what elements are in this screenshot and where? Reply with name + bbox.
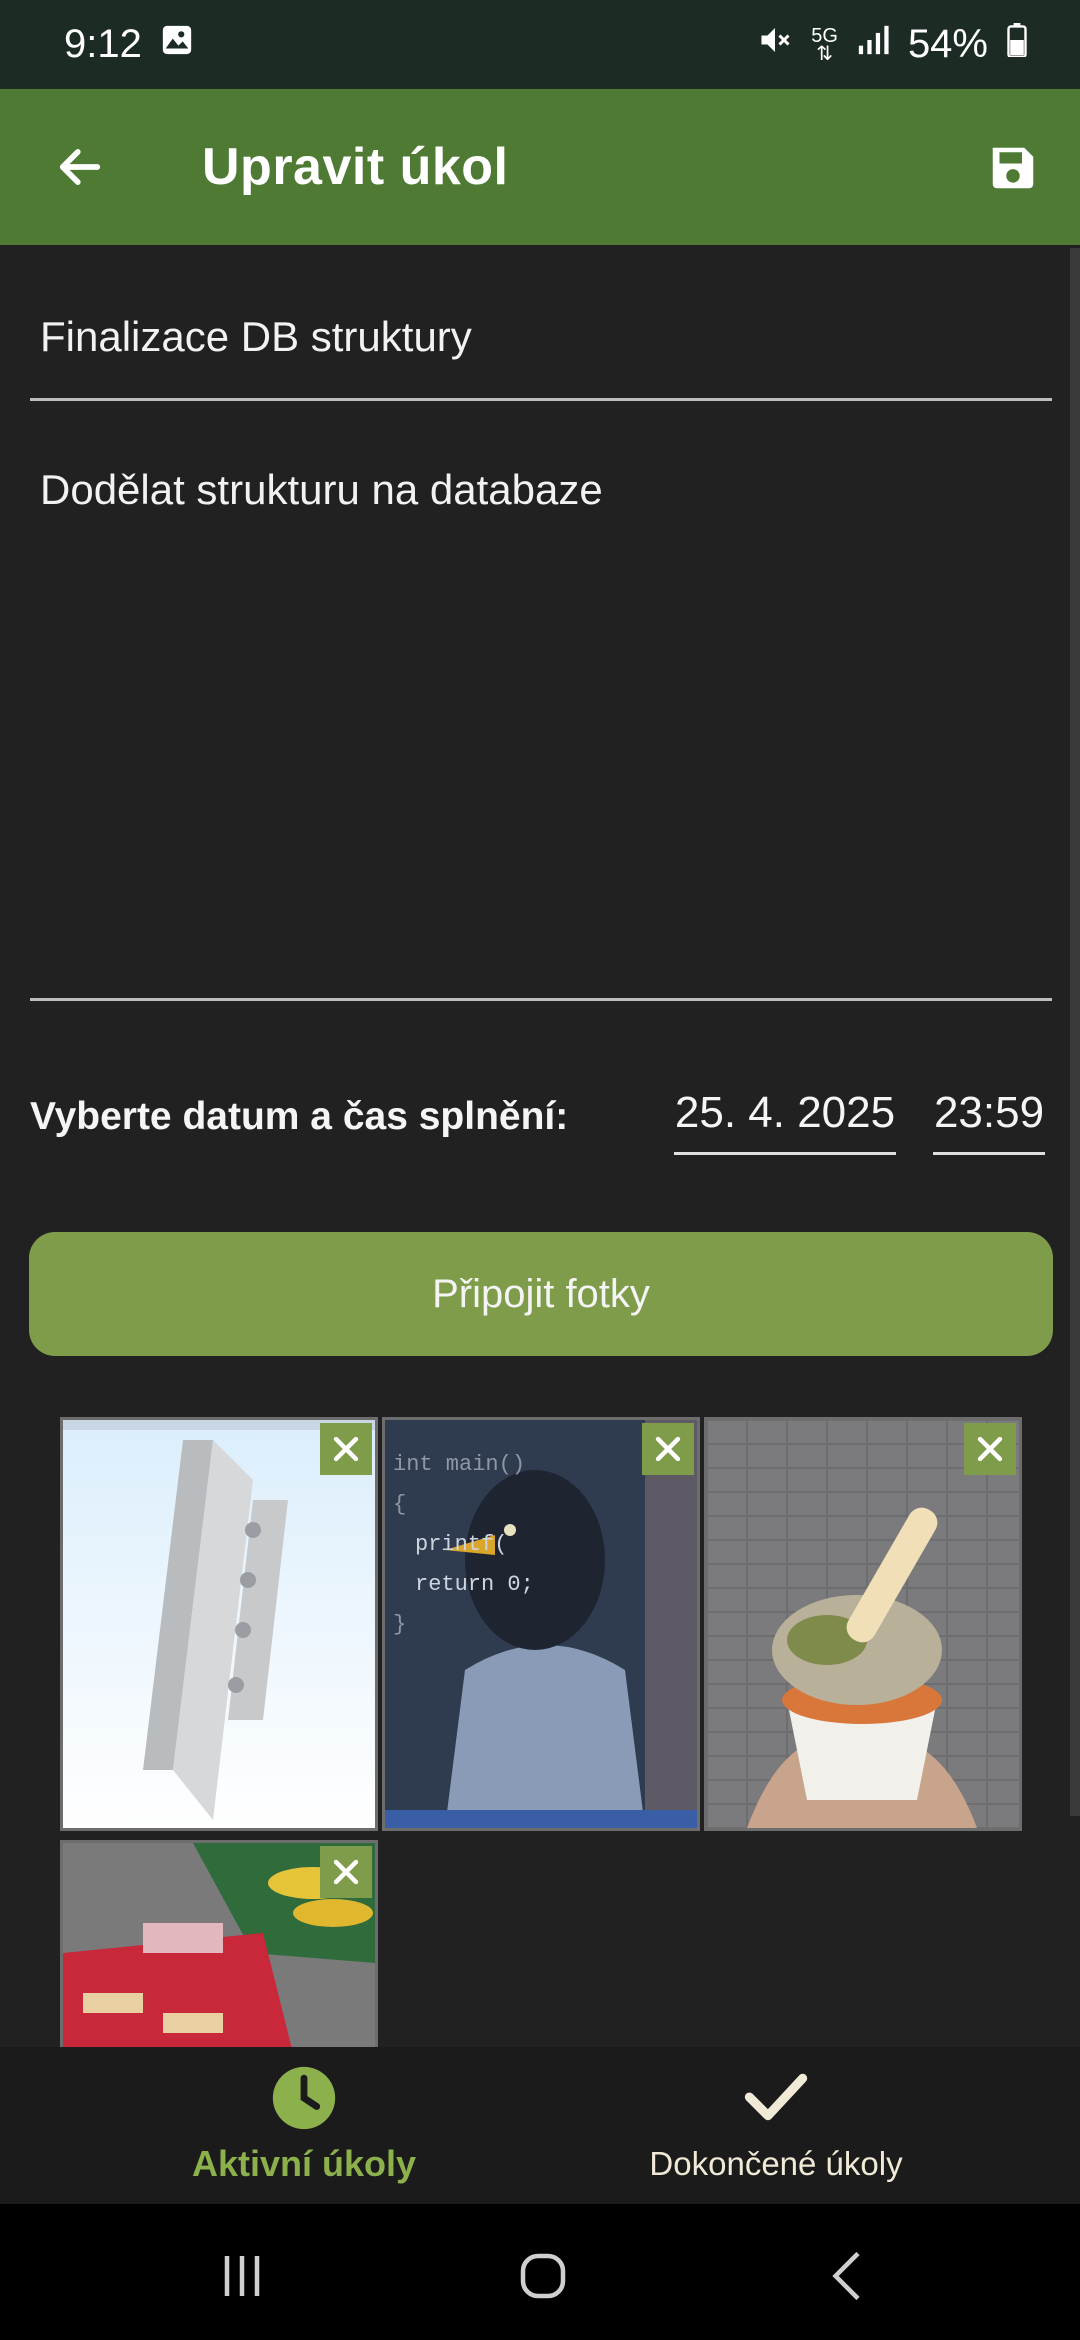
close-icon: [655, 1436, 681, 1462]
page-title: Upravit úkol: [202, 138, 509, 196]
photo-thumbnail-store[interactable]: [60, 1840, 378, 2050]
remove-photo-button[interactable]: [642, 1423, 694, 1475]
check-icon: [744, 2073, 808, 2121]
clock-icon: [272, 2066, 336, 2130]
svg-text:{: {: [393, 1492, 406, 1517]
remove-photo-button[interactable]: [320, 1846, 372, 1898]
mute-icon: [757, 22, 793, 68]
date-picker[interactable]: 25. 4. 2025: [674, 1088, 896, 1155]
svg-text:return 0;: return 0;: [415, 1572, 534, 1597]
back-button[interactable]: [44, 131, 116, 203]
system-back-button[interactable]: [818, 2246, 878, 2306]
remove-photo-button[interactable]: [964, 1423, 1016, 1475]
status-left: 9:12: [64, 22, 194, 67]
network-type: 5G: [811, 24, 838, 47]
time-picker[interactable]: 23:59: [933, 1088, 1045, 1155]
app-bar: Upravit úkol: [0, 89, 1080, 245]
close-icon: [333, 1859, 359, 1885]
deadline-row: Vyberte datum a čas splnění: 25. 4. 2025…: [30, 1088, 1052, 1170]
photo-thumbnail-bird[interactable]: int main() { printf( return 0; }: [382, 1417, 700, 1831]
attach-photos-button[interactable]: Připojit fotky: [29, 1232, 1053, 1356]
bird-image: int main() { printf( return 0; }: [385, 1420, 697, 1828]
recents-icon: [224, 2256, 260, 2296]
nav-label-active-tasks: Aktivní úkoly: [191, 2143, 417, 2184]
status-time: 9:12: [64, 22, 142, 66]
signal-icon: [856, 22, 890, 67]
close-icon: [977, 1436, 1003, 1462]
scrollbar[interactable]: [1070, 248, 1080, 1816]
nav-item-completed-tasks[interactable]: Dokončené úkoly: [630, 2047, 922, 2204]
system-navigation-bar: [0, 2204, 1080, 2340]
svg-text:int main(): int main(): [393, 1452, 525, 1477]
status-right: 5G ⇅ 54%: [757, 22, 1028, 68]
battery-icon: [1006, 22, 1028, 67]
svg-text:}: }: [393, 1612, 406, 1637]
home-icon: [520, 2253, 566, 2299]
task-description-value: Dodělat strukturu na databaze: [40, 466, 603, 513]
arrow-left-icon: [59, 149, 101, 185]
bracket-image: [63, 1420, 375, 1820]
home-button[interactable]: [513, 2246, 573, 2306]
image-icon: [160, 22, 194, 67]
svg-text:printf(: printf(: [415, 1532, 507, 1557]
close-icon: [333, 1436, 359, 1462]
icecream-image: [707, 1420, 1019, 1828]
photo-thumbnail-bracket[interactable]: [60, 1417, 378, 1831]
deadline-label: Vyberte datum a čas splnění:: [30, 1095, 569, 1138]
bottom-navigation: Aktivní úkoly Dokončené úkoly: [0, 2047, 1080, 2204]
status-bar: 9:12 5G ⇅ 54%: [0, 0, 1080, 89]
nav-label-completed-tasks: Dokončené úkoly: [649, 2145, 903, 2182]
task-title-value: Finalizace DB struktury: [40, 313, 472, 360]
recent-apps-button[interactable]: [212, 2246, 272, 2306]
task-title-field[interactable]: Finalizace DB struktury: [30, 275, 1052, 401]
5g-icon: 5G ⇅: [811, 24, 838, 65]
remove-photo-button[interactable]: [320, 1423, 372, 1475]
save-icon: [992, 147, 1034, 189]
nav-item-active-tasks[interactable]: Aktivní úkoly: [150, 2047, 458, 2204]
task-description-field[interactable]: Dodělat strukturu na databaze: [30, 430, 1052, 1001]
save-button[interactable]: [978, 133, 1048, 203]
photo-thumbnail-icecream[interactable]: [704, 1417, 1022, 1831]
battery-level: 54%: [907, 22, 988, 66]
chevron-left-icon: [832, 2251, 860, 2301]
